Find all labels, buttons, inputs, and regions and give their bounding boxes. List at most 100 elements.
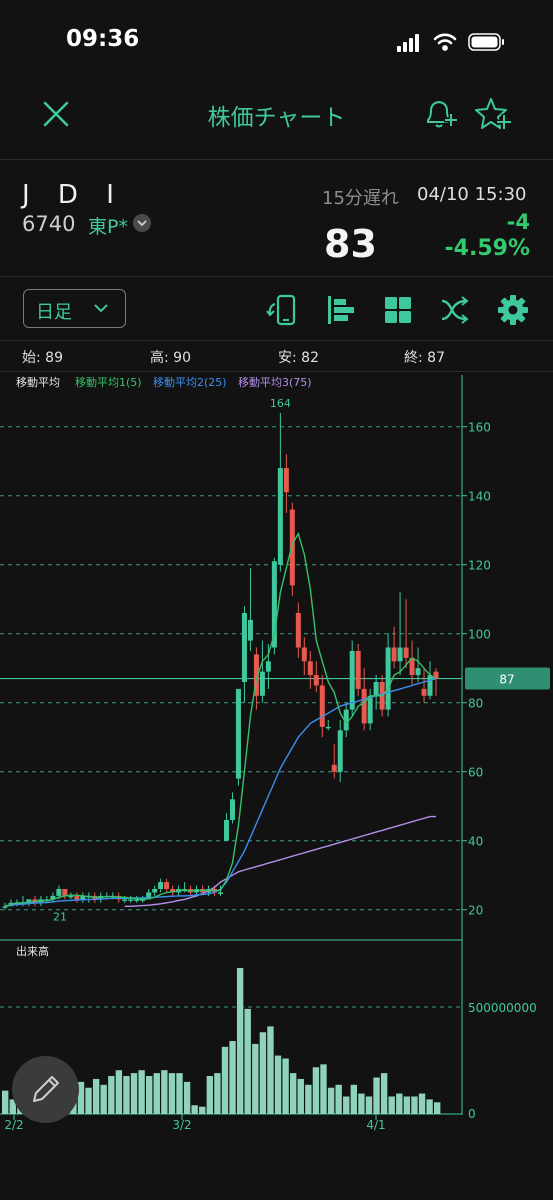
- volume-bar: [161, 1070, 168, 1114]
- x-tick-label: 4/1: [366, 1118, 385, 1132]
- max-annotation: 164: [270, 397, 291, 410]
- volume-bar: [2, 1090, 9, 1114]
- candle-body: [391, 647, 397, 662]
- volume-bar: [259, 1032, 267, 1114]
- candle-body: [283, 468, 289, 493]
- volume-tick-label: 0: [468, 1107, 476, 1121]
- volume-bar: [252, 1043, 259, 1114]
- candle-body: [247, 619, 253, 641]
- candle-body: [74, 895, 80, 900]
- candle-body: [349, 650, 355, 710]
- volume-bar: [343, 1096, 350, 1114]
- volume-bar: [221, 1046, 229, 1114]
- volume-bar: [191, 1105, 198, 1114]
- candle-body: [313, 675, 319, 686]
- volume-bar: [365, 1096, 373, 1114]
- volume-bar: [312, 1067, 320, 1114]
- volume-bar: [290, 1073, 297, 1114]
- volume-bar: [108, 1076, 115, 1114]
- candle-body: [415, 668, 421, 676]
- volume-bar: [244, 1008, 251, 1114]
- price-tick-label: 20: [468, 904, 483, 918]
- candle-body: [421, 688, 427, 696]
- volume-bar: [327, 1087, 335, 1114]
- candle-body: [367, 695, 373, 724]
- volume-bar: [350, 1084, 358, 1114]
- candle-body: [319, 685, 325, 727]
- pencil-icon: [33, 1076, 59, 1102]
- price-tick-label: 80: [468, 697, 483, 711]
- volume-label: 出来高: [16, 945, 49, 958]
- volume-bar: [199, 1106, 206, 1114]
- price-tick-label: 100: [468, 628, 491, 642]
- volume-bar: [388, 1096, 395, 1114]
- volume-bar: [434, 1102, 441, 1114]
- volume-bar: [335, 1084, 342, 1114]
- candle-body: [307, 661, 313, 676]
- x-tick-label: 3/2: [172, 1118, 191, 1132]
- price-tick-label: 160: [468, 421, 491, 435]
- candle-body: [301, 647, 307, 662]
- candle-body: [56, 889, 62, 896]
- candle-body: [122, 899, 128, 901]
- volume-bar: [183, 1081, 191, 1114]
- volume-bar: [403, 1096, 411, 1114]
- volume-bar: [146, 1076, 153, 1114]
- volume-bar: [274, 1055, 282, 1114]
- volume-bar: [358, 1093, 365, 1114]
- volume-bar: [153, 1073, 160, 1114]
- candle-body: [259, 671, 265, 696]
- candle-body: [403, 647, 409, 658]
- candle-body: [385, 647, 391, 710]
- volume-bar: [426, 1099, 433, 1114]
- current-price-tag-label: 87: [499, 673, 514, 687]
- price-tick-label: 60: [468, 766, 483, 780]
- volume-bar: [236, 968, 244, 1114]
- volume-bar: [297, 1078, 304, 1114]
- volume-bar: [411, 1096, 418, 1114]
- volume-tick-label: 500000000: [468, 1001, 537, 1015]
- volume-bar: [100, 1084, 107, 1114]
- candle-body: [128, 899, 134, 901]
- candle-body: [164, 882, 170, 889]
- volume-bar: [130, 1073, 138, 1114]
- candle-body: [265, 661, 271, 672]
- volume-bar: [320, 1064, 327, 1114]
- candle-body: [158, 882, 164, 889]
- ma3-line: [124, 815, 436, 907]
- candle-body: [223, 820, 229, 841]
- candle-body: [295, 613, 301, 648]
- candle-body: [218, 892, 223, 894]
- volume-bar: [380, 1073, 388, 1114]
- volume-bar: [115, 1070, 123, 1114]
- min-annotation: 21: [53, 910, 67, 923]
- price-tick-label: 120: [468, 559, 491, 573]
- candle-body: [235, 688, 241, 779]
- candle-body: [331, 764, 337, 772]
- candle-body: [68, 895, 74, 898]
- candle-body: [373, 682, 379, 696]
- volume-bar: [92, 1078, 100, 1114]
- candle-body: [325, 726, 331, 729]
- candle-body: [355, 650, 361, 689]
- candle-body: [289, 509, 295, 586]
- candle-body: [337, 730, 343, 772]
- candle-body: [229, 799, 235, 820]
- volume-bar: [267, 1026, 274, 1114]
- volume-bar: [418, 1093, 426, 1114]
- volume-bar: [305, 1084, 312, 1114]
- candle-body: [361, 688, 367, 724]
- volume-bar: [373, 1077, 380, 1114]
- candle-body: [427, 675, 433, 696]
- volume-bar: [229, 1041, 236, 1114]
- volume-bar: [282, 1058, 289, 1114]
- volume-bar: [123, 1076, 130, 1114]
- volume-bar: [214, 1073, 221, 1114]
- draw-button[interactable]: [12, 1056, 79, 1123]
- candle-body: [62, 889, 68, 896]
- price-chart[interactable]: 20406080100120140160871642150000000002/2…: [0, 0, 553, 1200]
- candle-body: [152, 889, 158, 893]
- volume-bar: [138, 1070, 145, 1114]
- volume-bar: [168, 1073, 176, 1114]
- volume-bar: [176, 1073, 183, 1114]
